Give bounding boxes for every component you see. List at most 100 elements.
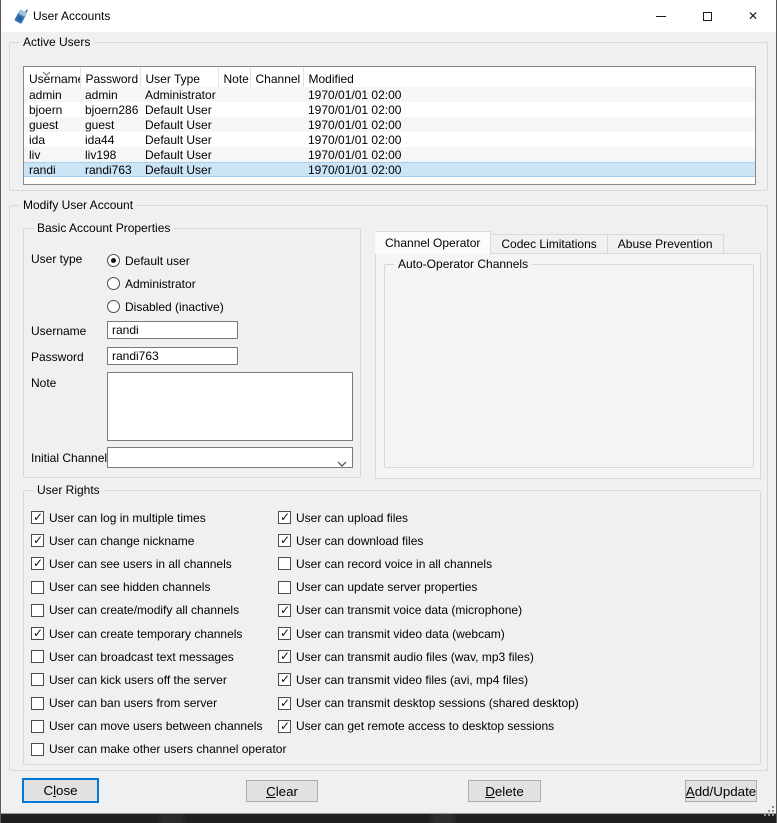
initial-channel-label: Initial Channel	[31, 451, 107, 465]
user-right-row[interactable]: User can record voice in all channels	[278, 552, 579, 575]
checkbox[interactable]	[31, 534, 44, 547]
column-header[interactable]: Modified	[303, 67, 755, 87]
cell-password: bjoern286	[80, 102, 140, 117]
user-right-row[interactable]: User can get remote access to desktop se…	[278, 715, 579, 738]
user-right-row[interactable]: User can transmit audio files (wav, mp3 …	[278, 645, 579, 668]
checkbox[interactable]	[278, 697, 291, 710]
cell-password: randi763	[80, 162, 140, 177]
checkbox[interactable]	[31, 604, 44, 617]
user-right-row[interactable]: User can create temporary channels	[31, 622, 286, 645]
checkbox[interactable]	[31, 673, 44, 686]
maximize-icon	[703, 12, 712, 21]
tab[interactable]: Abuse Prevention	[608, 234, 724, 254]
checkbox[interactable]	[31, 743, 44, 756]
user-right-row[interactable]: User can see users in all channels	[31, 552, 286, 575]
user-right-row[interactable]: User can update server properties	[278, 576, 579, 599]
radio-button[interactable]	[107, 300, 120, 313]
user-right-row[interactable]: User can transmit voice data (microphone…	[278, 599, 579, 622]
minimize-button[interactable]	[638, 0, 684, 32]
user-type-radio-row[interactable]: Disabled (inactive)	[107, 295, 224, 318]
checkbox[interactable]	[31, 511, 44, 524]
checkbox[interactable]	[278, 673, 291, 686]
user-type-radio-group: Default user Administrator Disabled (ina…	[107, 249, 224, 318]
auto-operator-group-label: Auto-Operator Channels	[394, 257, 532, 271]
cell-modified: 1970/01/01 02:00	[303, 87, 755, 102]
user-right-row[interactable]: User can transmit video files (avi, mp4 …	[278, 668, 579, 691]
column-header[interactable]: User Type	[140, 67, 218, 87]
tab-bar: Channel Operator Codec Limitations Abuse…	[375, 231, 724, 254]
cell-channel	[250, 102, 303, 117]
column-header[interactable]: Channel	[250, 67, 303, 87]
checkbox[interactable]	[31, 650, 44, 663]
modify-group-label: Modify User Account	[19, 198, 137, 212]
clear-button[interactable]: Clear	[246, 780, 318, 802]
tab[interactable]: Channel Operator	[375, 231, 491, 254]
column-header[interactable]: Username	[24, 67, 80, 87]
user-right-row[interactable]: User can upload files	[278, 506, 579, 529]
app-icon	[12, 7, 30, 29]
tab[interactable]: Codec Limitations	[491, 234, 607, 254]
checkbox[interactable]	[31, 627, 44, 640]
column-header[interactable]: Password	[80, 67, 140, 87]
maximize-button[interactable]	[684, 0, 730, 32]
radio-label: Default user	[125, 254, 190, 268]
cell-password: admin	[80, 87, 140, 102]
close-button[interactable]: Close	[22, 778, 99, 803]
checkbox[interactable]	[31, 697, 44, 710]
checkbox[interactable]	[31, 720, 44, 733]
checkbox[interactable]	[31, 557, 44, 570]
cell-user-type: Default User	[140, 162, 218, 177]
radio-button[interactable]	[107, 254, 120, 267]
checkbox[interactable]	[278, 557, 291, 570]
initial-channel-combobox[interactable]	[107, 447, 353, 468]
checkbox[interactable]	[278, 627, 291, 640]
delete-button[interactable]: Delete	[468, 780, 541, 802]
table-row[interactable]: liv liv198 Default User 1970/01/01 02:00	[24, 147, 755, 162]
password-field[interactable]	[107, 347, 238, 365]
checkbox-label: User can download files	[296, 534, 423, 548]
cell-note	[218, 147, 250, 162]
checkbox[interactable]	[278, 534, 291, 547]
table-row[interactable]: bjoern bjoern286 Default User 1970/01/01…	[24, 102, 755, 117]
table-row[interactable]: admin admin Administrator 1970/01/01 02:…	[24, 87, 755, 102]
user-right-row[interactable]: User can transmit video data (webcam)	[278, 622, 579, 645]
checkbox[interactable]	[278, 581, 291, 594]
active-users-table[interactable]: Username Password	[23, 66, 756, 185]
user-right-row[interactable]: User can create/modify all channels	[31, 599, 286, 622]
column-header-label: Channel	[256, 72, 301, 86]
cell-user-type: Administrator	[140, 87, 218, 102]
user-right-row[interactable]: User can change nickname	[31, 529, 286, 552]
note-field[interactable]	[107, 372, 353, 441]
checkbox[interactable]	[278, 511, 291, 524]
user-right-row[interactable]: User can move users between channels	[31, 715, 286, 738]
user-rights-right-column: User can upload files User can download …	[278, 506, 579, 738]
radio-button[interactable]	[107, 277, 120, 290]
table-row[interactable]: ida ida44 Default User 1970/01/01 02:00	[24, 132, 755, 147]
checkbox[interactable]	[278, 650, 291, 663]
checkbox-label: User can record voice in all channels	[296, 557, 492, 571]
checkbox-label: User can transmit video files (avi, mp4 …	[296, 673, 528, 687]
close-window-button[interactable]	[730, 0, 776, 32]
user-right-row[interactable]: User can download files	[278, 529, 579, 552]
user-right-row[interactable]: User can see hidden channels	[31, 576, 286, 599]
add-update-label-mnemonic: A	[686, 784, 695, 799]
checkbox[interactable]	[278, 604, 291, 617]
table-row[interactable]: guest guest Default User 1970/01/01 02:0…	[24, 117, 755, 132]
table-row[interactable]: randi randi763 Default User 1970/01/01 0…	[24, 162, 755, 177]
cell-channel	[250, 132, 303, 147]
checkbox[interactable]	[31, 581, 44, 594]
cell-note	[218, 132, 250, 147]
username-field[interactable]	[107, 321, 238, 339]
user-type-radio-row[interactable]: Default user	[107, 249, 224, 272]
user-right-row[interactable]: User can ban users from server	[31, 692, 286, 715]
add-update-button[interactable]: Add/Update	[685, 780, 757, 802]
checkbox[interactable]	[278, 720, 291, 733]
resize-grip[interactable]	[763, 805, 776, 821]
user-right-row[interactable]: User can broadcast text messages	[31, 645, 286, 668]
user-right-row[interactable]: User can transmit desktop sessions (shar…	[278, 692, 579, 715]
user-right-row[interactable]: User can make other users channel operat…	[31, 738, 286, 761]
user-right-row[interactable]: User can kick users off the server	[31, 668, 286, 691]
user-right-row[interactable]: User can log in multiple times	[31, 506, 286, 529]
column-header[interactable]: Note	[218, 67, 250, 87]
user-type-radio-row[interactable]: Administrator	[107, 272, 224, 295]
